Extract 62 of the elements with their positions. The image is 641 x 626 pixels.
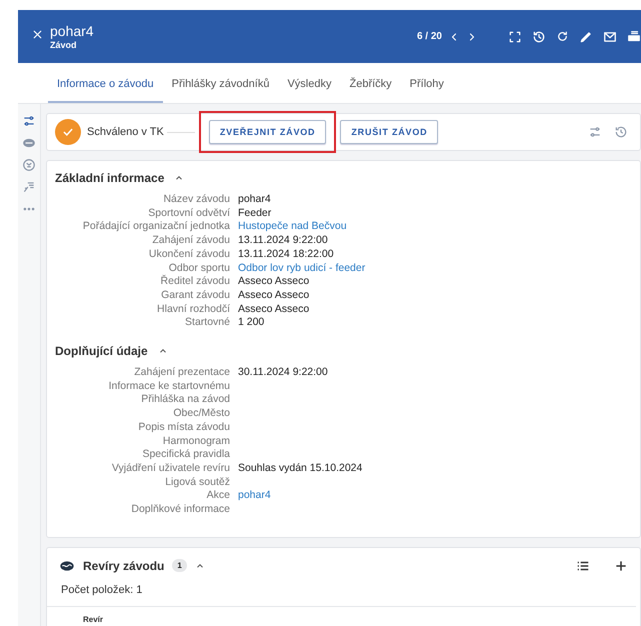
action-button[interactable]: ZRUŠIT ZÁVOD xyxy=(340,120,438,144)
field-label: Název závodu xyxy=(162,193,230,207)
item-count: Počet položek: 1 xyxy=(47,574,636,607)
field-label: Informace ke startovnému xyxy=(108,380,230,394)
tab[interactable]: Žebříčky xyxy=(340,78,401,103)
field-label: Harmonogram xyxy=(162,434,230,448)
section-title: Revíry závodu xyxy=(83,558,164,573)
field-label: Zahájení závodu xyxy=(151,234,230,248)
field-value: Souhlas vydán 15.10.2024 xyxy=(238,462,364,476)
approved-check-icon xyxy=(55,119,81,145)
field-label: Popis místa závodu xyxy=(137,420,230,435)
field-label: Doplňkové informace xyxy=(130,503,230,517)
field-label: Sportovní odvětví xyxy=(147,206,230,220)
history-icon[interactable] xyxy=(614,125,628,139)
field-label: Ligová soutěž xyxy=(164,476,230,490)
field-label: Garant závodu xyxy=(160,288,230,303)
section-title: Základní informace xyxy=(55,171,164,185)
field-value: 13.11.2024 18:22:00 xyxy=(238,248,335,262)
field-link[interactable]: Hustopeče nad Bečvou xyxy=(238,220,632,234)
status-label: Schváleno v TK xyxy=(87,126,164,138)
tab[interactable]: Přihlášky závodníků xyxy=(162,78,278,103)
sliders-icon[interactable] xyxy=(22,114,36,128)
field-label: Ukončení závodu xyxy=(148,248,230,262)
sliders-icon[interactable] xyxy=(588,125,602,139)
pencil-icon[interactable] xyxy=(579,30,593,44)
tab[interactable]: Přílohy xyxy=(400,78,453,103)
field-value: 30.11.2024 9:22:00 xyxy=(238,366,329,380)
close-icon[interactable] xyxy=(30,28,44,40)
printer-icon[interactable] xyxy=(627,30,641,44)
field-value: Feeder xyxy=(238,206,272,220)
field-link[interactable]: Odbor lov ryb udicí - feeder xyxy=(238,262,632,276)
record-title: pohar4 xyxy=(50,23,94,39)
mail-icon[interactable] xyxy=(603,30,617,44)
field-value: pohar4 xyxy=(238,193,272,207)
field-label: Odbor sportu xyxy=(168,262,230,274)
field-label: Obec/Město xyxy=(172,407,230,421)
field-label: Pořádající organizační jednotka xyxy=(82,220,230,234)
action-button[interactable]: ZVEŘEJNIT ZÁVOD xyxy=(208,120,326,144)
field-value: 13.11.2024 9:22:00 xyxy=(238,234,329,248)
field-value: Asseco Asseco xyxy=(238,302,310,316)
field-label: Přihláška na závod xyxy=(140,393,230,408)
field-value: Asseco Asseco xyxy=(238,275,310,289)
field-label: Akce xyxy=(206,489,230,504)
fullscreen-icon[interactable] xyxy=(508,30,522,44)
fishing-rod-icon[interactable] xyxy=(22,180,36,194)
field-label: Ředitel závodu xyxy=(160,275,230,289)
refresh-icon[interactable] xyxy=(556,30,569,43)
field-label: Vyjádření uživatele revíru xyxy=(110,462,230,476)
count-badge: 1 xyxy=(172,559,187,572)
column-header: Revír xyxy=(83,614,104,624)
section-title: Doplňující údaje xyxy=(55,344,148,358)
tab[interactable]: Výsledky xyxy=(278,78,340,103)
add-icon[interactable] xyxy=(614,558,628,573)
field-value: Asseco Asseco xyxy=(238,288,310,303)
field-value: 1 200 xyxy=(238,316,266,330)
field-label: Hlavní rozhodčí xyxy=(156,302,230,316)
field-link[interactable]: pohar4 xyxy=(238,489,632,504)
record-type: Závod xyxy=(50,40,78,50)
field-label: Startovné xyxy=(184,316,230,330)
field-label: Specifická pravidla xyxy=(141,448,230,462)
pager-count: 6 / 20 xyxy=(416,31,442,42)
field-label: Zahájení prezentace xyxy=(133,366,230,380)
